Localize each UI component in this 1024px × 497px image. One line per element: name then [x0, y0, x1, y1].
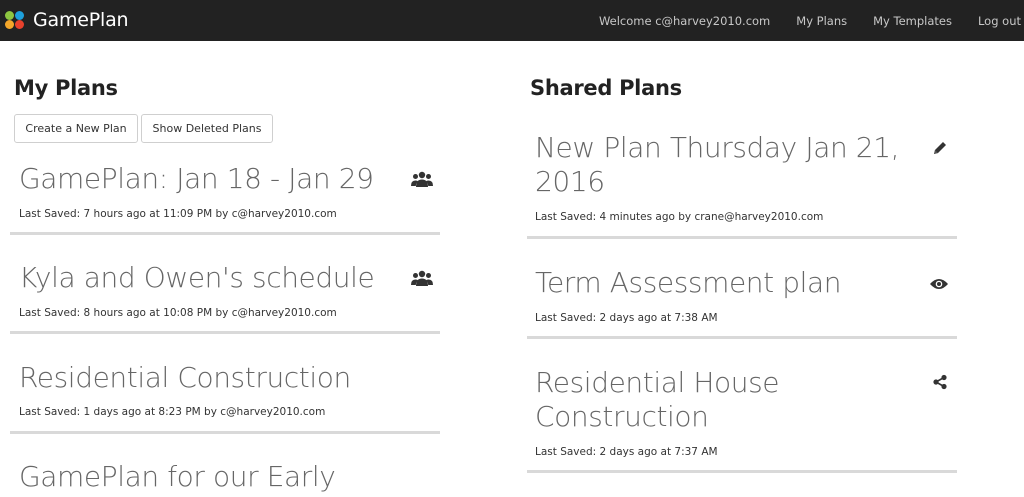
plan-last-saved: Last Saved: 8 hours ago at 10:08 PM by c…: [19, 307, 337, 319]
shared-plan-card[interactable]: Term Assessment plan Last Saved: 2 days …: [527, 254, 957, 339]
nav-my-plans[interactable]: My Plans: [783, 14, 860, 28]
plan-last-saved: Last Saved: 7 hours ago at 11:09 PM by c…: [19, 208, 337, 220]
shared-plans-heading: Shared Plans: [530, 76, 682, 100]
my-plans-heading: My Plans: [14, 76, 118, 100]
welcome-user-link[interactable]: Welcome c@harvey2010.com: [586, 14, 783, 28]
plan-title-line2[interactable]: 2016: [535, 165, 605, 199]
gameplan-logo-icon: [5, 11, 27, 29]
plan-card[interactable]: GamePlan for our Early: [10, 449, 440, 497]
users-icon[interactable]: [411, 269, 433, 287]
plan-title[interactable]: Residential Construction: [19, 361, 351, 395]
eye-icon[interactable]: [928, 275, 950, 293]
plan-title-line1[interactable]: Residential House: [535, 366, 779, 400]
plan-title[interactable]: Kyla and Owen's schedule: [19, 261, 375, 295]
plan-card[interactable]: Kyla and Owen's schedule Last Saved: 8 h…: [10, 250, 440, 334]
brand-name: GamePlan: [33, 9, 129, 31]
top-navbar: GamePlan Welcome c@harvey2010.com My Pla…: [0, 0, 1024, 41]
plan-last-saved: Last Saved: 2 days ago at 7:37 AM: [535, 446, 718, 458]
users-icon[interactable]: [411, 170, 433, 188]
plan-last-saved: Last Saved: 1 days ago at 8:23 PM by c@h…: [19, 406, 326, 418]
plan-title-line1[interactable]: New Plan Thursday Jan 21,: [535, 131, 900, 165]
plan-card[interactable]: Residential Construction Last Saved: 1 d…: [10, 349, 440, 434]
plan-last-saved: Last Saved: 2 days ago at 7:38 AM: [535, 312, 718, 324]
plan-title-line2[interactable]: Construction: [535, 400, 709, 434]
nav-logout[interactable]: Log out: [965, 14, 1024, 28]
plan-card[interactable]: GamePlan: Jan 18 - Jan 29 Last Saved: 7 …: [10, 150, 440, 235]
plan-title[interactable]: GamePlan: Jan 18 - Jan 29: [19, 162, 374, 196]
plan-last-saved: Last Saved: 4 minutes ago by crane@harve…: [535, 211, 824, 223]
share-icon[interactable]: [929, 373, 951, 391]
plan-title-line1[interactable]: Term Assessment plan: [535, 266, 841, 300]
nav-my-templates[interactable]: My Templates: [860, 14, 965, 28]
show-deleted-plans-button[interactable]: Show Deleted Plans: [141, 114, 273, 143]
create-new-plan-button[interactable]: Create a New Plan: [14, 114, 138, 143]
plan-title[interactable]: GamePlan for our Early: [19, 460, 336, 494]
nav-links: Welcome c@harvey2010.com My Plans My Tem…: [586, 0, 1024, 41]
shared-plan-card[interactable]: Residential House Construction Last Save…: [527, 354, 957, 473]
brand-logo-link[interactable]: GamePlan: [5, 6, 129, 34]
pencil-icon[interactable]: [929, 139, 951, 157]
shared-plan-card[interactable]: New Plan Thursday Jan 21, 2016 Last Save…: [527, 120, 957, 239]
